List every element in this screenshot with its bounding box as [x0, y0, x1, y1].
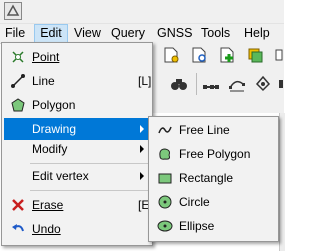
menu-item-label: Polygon	[32, 98, 76, 112]
submenu-arrow-icon	[140, 172, 144, 180]
menu-item-rectangle[interactable]: Rectangle	[151, 167, 276, 189]
toolbar-area	[150, 43, 284, 113]
menu-file[interactable]: File	[5, 24, 25, 43]
menu-help[interactable]: Help	[244, 24, 270, 43]
menu-item-polygon[interactable]: Polygon	[4, 94, 150, 116]
menu-item-free-line[interactable]: Free Line	[151, 119, 276, 141]
app-logo-icon	[4, 2, 22, 20]
drawing-submenu: Free Line Free Polygon Rectangle Circle …	[148, 116, 279, 242]
ellipse-icon	[157, 220, 173, 232]
menu-query[interactable]: Query	[111, 24, 145, 43]
menu-item-point[interactable]: Point	[4, 46, 150, 68]
menu-item-label: Erase	[32, 198, 64, 212]
edit-menu: Point Line [L] Polygon Drawing Modify Ed…	[1, 42, 153, 246]
more-icon[interactable]	[274, 46, 292, 64]
menu-item-modify[interactable]: Modify	[4, 138, 150, 160]
doc-add-icon[interactable]	[218, 46, 236, 64]
map-doc-icon[interactable]	[162, 46, 180, 64]
menu-item-label: Edit vertex	[32, 169, 89, 183]
menu-item-line[interactable]: Line [L]	[4, 70, 152, 92]
menubar: File Edit View Query GNSS Tools Help	[0, 23, 284, 44]
snap-curve-icon[interactable]	[228, 75, 246, 93]
menu-item-label: Modify	[32, 142, 68, 156]
menu-gnss[interactable]: GNSS	[157, 24, 192, 43]
menu-view[interactable]: View	[74, 24, 101, 43]
vertex-edit-icon[interactable]	[254, 75, 272, 93]
menu-item-label: Free Line	[179, 123, 230, 137]
toolbar-separator	[196, 73, 197, 95]
menu-item-edit-vertex[interactable]: Edit vertex	[4, 165, 150, 187]
menu-edit[interactable]: Edit	[34, 24, 68, 43]
menu-item-circle[interactable]: Circle	[151, 191, 276, 213]
line-icon	[11, 74, 25, 88]
erase-icon	[12, 199, 24, 211]
menu-item-label: Line	[32, 74, 55, 88]
free-polygon-icon	[159, 148, 170, 160]
submenu-arrow-icon	[140, 145, 144, 153]
top-toolbar	[0, 0, 284, 23]
menu-item-label: Ellipse	[179, 219, 215, 233]
menu-item-label: Rectangle	[179, 171, 234, 185]
menu-item-shortcut: [L]	[138, 74, 152, 88]
menu-item-erase[interactable]: Erase [E	[4, 194, 150, 216]
snap-line-icon[interactable]	[202, 75, 220, 93]
right-panel-edge	[279, 113, 285, 251]
menu-item-label: Point	[32, 50, 60, 64]
menu-item-ellipse[interactable]: Ellipse	[151, 215, 276, 237]
doc-search-icon[interactable]	[190, 46, 208, 64]
menu-item-drawing[interactable]: Drawing	[4, 118, 150, 140]
menu-item-label: Free Polygon	[179, 147, 251, 161]
menu-item-label: Circle	[179, 195, 210, 209]
menu-item-undo[interactable]: Undo	[4, 218, 150, 240]
polygon-icon	[11, 98, 25, 112]
point-icon	[12, 51, 24, 63]
binoculars-icon[interactable]	[170, 75, 188, 93]
menu-item-free-polygon[interactable]: Free Polygon	[151, 143, 276, 165]
menu-item-label: Undo	[32, 222, 61, 236]
free-line-icon	[158, 126, 172, 134]
rectangle-icon	[158, 173, 172, 184]
submenu-arrow-icon	[140, 125, 144, 133]
menu-separator	[30, 190, 148, 191]
circle-icon	[158, 195, 172, 209]
undo-icon	[12, 224, 24, 232]
menu-tools[interactable]: Tools	[201, 24, 230, 43]
menu-item-label: Drawing	[32, 122, 77, 136]
layers-icon[interactable]	[246, 46, 264, 64]
more-tool-icon[interactable]	[278, 75, 296, 93]
menu-separator	[30, 163, 148, 164]
